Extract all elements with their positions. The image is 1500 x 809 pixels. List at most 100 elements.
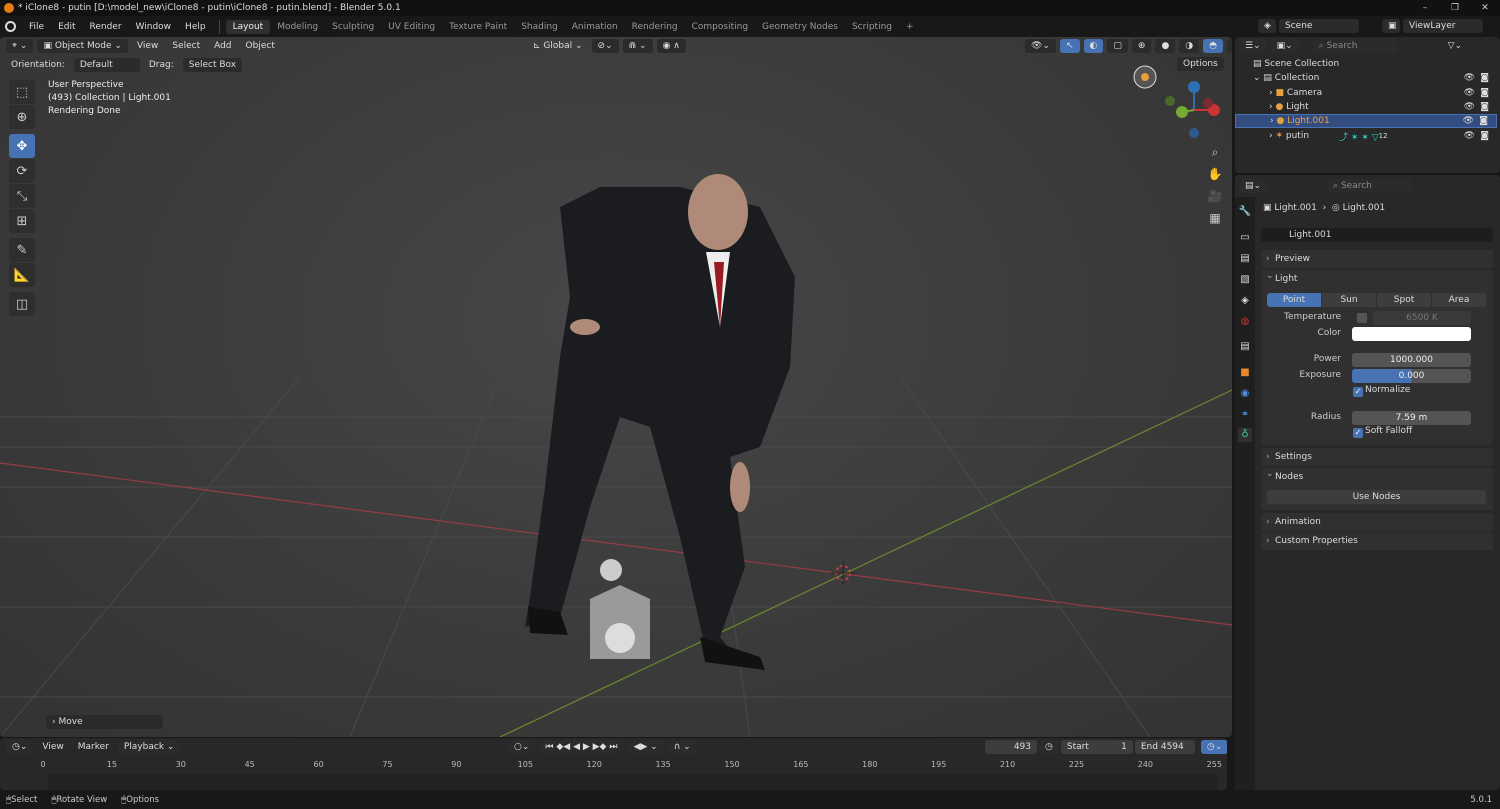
tab-uv-editing[interactable]: UV Editing xyxy=(381,20,442,34)
tab-compositing[interactable]: Compositing xyxy=(685,20,755,34)
annotate-tool-icon[interactable]: ✎ xyxy=(9,238,35,262)
tab-layout[interactable]: Layout xyxy=(225,19,271,34)
light-type-spot[interactable]: Spot xyxy=(1377,293,1431,307)
menu-edit[interactable]: Edit xyxy=(51,22,82,32)
minimize-button[interactable]: – xyxy=(1410,0,1440,16)
eye-icon[interactable]: 👁 xyxy=(1464,73,1475,83)
viewport-menu-select[interactable]: Select xyxy=(167,39,205,53)
collection-tab-icon[interactable]: ▤ xyxy=(1238,340,1252,354)
properties-search[interactable]: ⌕ Search xyxy=(1327,179,1413,193)
use-nodes-button[interactable]: Use Nodes xyxy=(1267,490,1486,504)
view-layer-selector[interactable]: ViewLayer xyxy=(1403,19,1483,33)
tab-modeling[interactable]: Modeling xyxy=(270,20,325,34)
scene-icon[interactable]: ◈ xyxy=(1258,19,1276,33)
tab-geometry-nodes[interactable]: Geometry Nodes xyxy=(755,20,845,34)
settings-header[interactable]: Settings xyxy=(1261,448,1493,466)
render-camera-icon[interactable]: ◙ xyxy=(1479,116,1488,126)
view-layer-icon[interactable]: ▣ xyxy=(1382,19,1400,33)
temperature-checkbox[interactable] xyxy=(1357,313,1367,323)
pan-hand-icon[interactable]: ✋ xyxy=(1206,163,1224,185)
light-type-point[interactable]: Point xyxy=(1267,293,1321,307)
power-field[interactable]: 1000.000 xyxy=(1352,353,1471,367)
object-tab-icon[interactable]: ■ xyxy=(1238,366,1252,380)
tab-animation[interactable]: Animation xyxy=(565,20,625,34)
filter-icon[interactable]: ▽⌄ xyxy=(1443,39,1467,53)
normalize-checkbox[interactable]: ✓ xyxy=(1353,387,1363,397)
perspective-grid-icon[interactable]: ▦ xyxy=(1206,207,1224,229)
editor-type-button[interactable]: ⌖ ⌄ xyxy=(6,39,34,53)
eye-icon[interactable]: 👁 xyxy=(1463,116,1474,126)
cursor-tool-icon[interactable]: ⊕ xyxy=(9,105,35,129)
preview-header[interactable]: Preview xyxy=(1261,250,1493,268)
render-tab-icon[interactable]: ▭ xyxy=(1238,231,1252,245)
shading-rendered-icon[interactable]: ◓ xyxy=(1203,39,1224,53)
light-data-tab-icon[interactable]: ♁ xyxy=(1238,428,1252,442)
settings-panel[interactable]: Settings xyxy=(1261,448,1493,466)
view-layer-tab-icon[interactable]: ▧ xyxy=(1238,273,1252,287)
datablock-field[interactable]: Light.001 xyxy=(1261,228,1493,242)
drag-dropdown[interactable]: Select Box xyxy=(182,58,243,72)
tab-texture-paint[interactable]: Texture Paint xyxy=(442,20,514,34)
move-tool-icon[interactable]: ✥ xyxy=(9,134,35,158)
temperature-field[interactable]: 6500 K xyxy=(1373,311,1471,325)
exposure-slider[interactable]: 0.000 xyxy=(1352,369,1471,383)
last-operator-panel[interactable]: › Move xyxy=(46,715,163,729)
shading-material-icon[interactable]: ◑ xyxy=(1179,39,1200,53)
scene-tab-icon[interactable]: ◈ xyxy=(1238,294,1252,308)
shading-solid-icon[interactable]: ● xyxy=(1155,39,1176,53)
blender-menu-icon[interactable] xyxy=(5,21,16,32)
menu-help[interactable]: Help xyxy=(178,22,213,32)
tab-rendering[interactable]: Rendering xyxy=(625,20,685,34)
outliner-item-light-001[interactable]: › ● Light.001 👁 ◙ xyxy=(1235,114,1497,128)
transform-tool-icon[interactable]: ⊞ xyxy=(9,209,35,233)
outliner-item-putin[interactable]: › ✶ putin ⤴ ✶ ✶ ▽ 12 👁 ◙ xyxy=(1235,129,1497,143)
mode-selector[interactable]: ▣ Object Mode ⌄ xyxy=(37,39,128,53)
scene-selector[interactable]: Scene xyxy=(1279,19,1359,33)
render-camera-icon[interactable]: ◙ xyxy=(1480,131,1489,141)
3d-viewport[interactable]: ⌖ ⌄ ▣ Object Mode ⌄ View Select Add Obje… xyxy=(0,37,1232,737)
maximize-button[interactable]: ❐ xyxy=(1440,0,1470,16)
display-mode-icon[interactable]: ▣⌄ xyxy=(1270,39,1299,53)
constraints-tab-icon[interactable]: ⚭ xyxy=(1238,408,1252,422)
add-workspace-button[interactable]: + xyxy=(899,20,921,34)
render-camera-icon[interactable]: ◙ xyxy=(1480,73,1489,83)
custom-properties-header[interactable]: Custom Properties xyxy=(1261,532,1493,550)
viewport-menu-object[interactable]: Object xyxy=(241,39,280,53)
world-tab-icon[interactable]: ◍ xyxy=(1238,315,1252,329)
menu-window[interactable]: Window xyxy=(129,22,179,32)
snap-icon[interactable]: ⋒ ⌄ xyxy=(622,39,653,53)
menu-file[interactable]: File xyxy=(22,22,51,32)
light-type-sun[interactable]: Sun xyxy=(1322,293,1376,307)
outliner-item-camera[interactable]: › ■ Camera 👁 ◙ xyxy=(1235,86,1497,100)
proportional-edit-icon[interactable]: ◉ ∧ xyxy=(656,39,686,53)
radius-field[interactable]: 7.59 m xyxy=(1352,411,1471,425)
orientation-dropdown[interactable]: Default xyxy=(73,58,140,72)
preview-panel[interactable]: Preview xyxy=(1261,250,1493,268)
zoom-icon[interactable]: ⌕ xyxy=(1206,141,1224,163)
select-box-tool-icon[interactable]: ⬚ xyxy=(9,80,35,104)
tab-sculpting[interactable]: Sculpting xyxy=(325,20,381,34)
eye-icon[interactable]: 👁 xyxy=(1464,131,1475,141)
outliner-editor-type[interactable]: ☰⌄ xyxy=(1239,39,1267,53)
light-type-area[interactable]: Area xyxy=(1432,293,1486,307)
navigation-gizmo[interactable] xyxy=(1133,65,1220,138)
menu-render[interactable]: Render xyxy=(83,22,129,32)
render-camera-icon[interactable]: ◙ xyxy=(1480,88,1489,98)
properties-editor-type[interactable]: ▤⌄ xyxy=(1239,179,1268,193)
nodes-header[interactable]: Nodes xyxy=(1261,465,1493,486)
outliner-search[interactable]: ⌕ Search xyxy=(1312,39,1397,53)
collection-row[interactable]: ⌄ ▤ Collection 👁 ◙ xyxy=(1235,71,1497,85)
rotate-tool-icon[interactable]: ⟳ xyxy=(9,159,35,183)
eye-icon[interactable]: 👁 xyxy=(1464,102,1475,112)
close-button[interactable]: ✕ xyxy=(1470,0,1500,16)
output-tab-icon[interactable]: ▤ xyxy=(1238,252,1252,266)
timeline-track[interactable] xyxy=(48,774,1218,790)
scale-tool-icon[interactable]: ⤡ xyxy=(9,184,35,208)
render-camera-icon[interactable]: ◙ xyxy=(1480,102,1489,112)
pivot-icon[interactable]: ⊘⌄ xyxy=(591,39,619,53)
add-cube-tool-icon[interactable]: ◫ xyxy=(9,292,35,316)
animation-header[interactable]: Animation xyxy=(1261,513,1493,531)
measure-tool-icon[interactable]: 📐 xyxy=(9,263,35,287)
tab-scripting[interactable]: Scripting xyxy=(845,20,899,34)
animation-panel[interactable]: Animation xyxy=(1261,513,1493,531)
